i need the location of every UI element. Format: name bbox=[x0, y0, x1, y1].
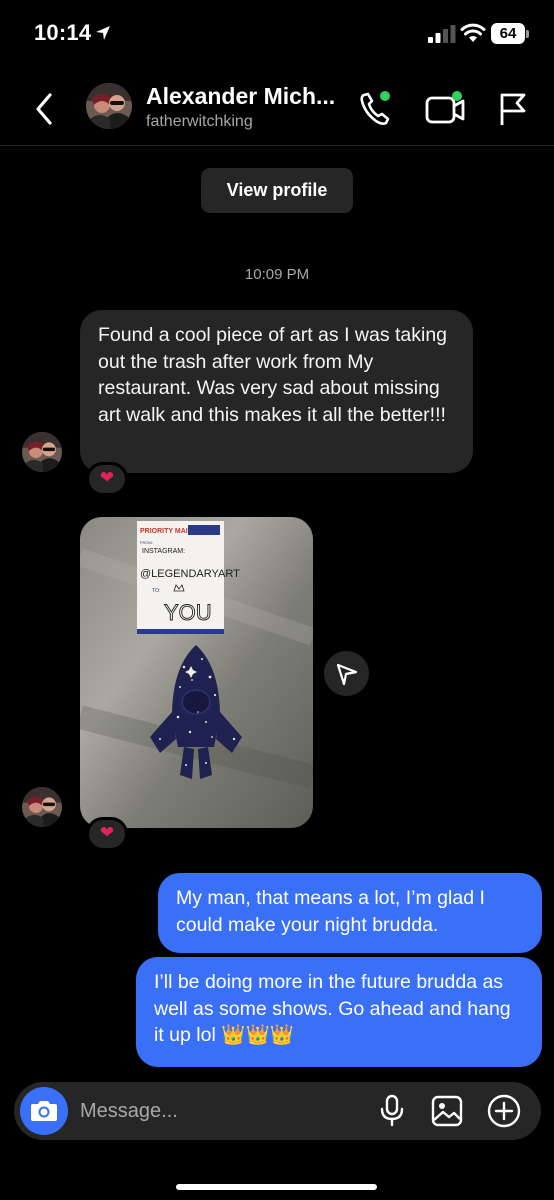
plus-icon[interactable] bbox=[486, 1093, 522, 1129]
message-input[interactable] bbox=[80, 1082, 360, 1140]
signal-icon bbox=[428, 25, 456, 43]
status-bar: 10:14 64 bbox=[0, 0, 554, 70]
call-online-dot bbox=[380, 91, 390, 101]
battery-indicator: 64 bbox=[491, 23, 525, 44]
heart-icon[interactable]: ❤ bbox=[86, 462, 128, 496]
heart-icon[interactable]: ❤ bbox=[86, 817, 128, 851]
send-icon bbox=[336, 663, 358, 686]
chat-header: Alexander Mich... fatherwitchking bbox=[0, 75, 554, 145]
label-header-text: PRIORITY MAIL bbox=[140, 528, 193, 535]
message-timestamp: 10:09 PM bbox=[244, 266, 310, 283]
camera-button[interactable] bbox=[20, 1087, 68, 1135]
message-bubble-outgoing[interactable]: My man, that means a lot, I’m glad I cou… bbox=[158, 873, 542, 953]
message-composer bbox=[14, 1082, 541, 1140]
video-online-dot bbox=[452, 91, 462, 101]
avatar[interactable] bbox=[86, 83, 132, 129]
label-to-text: TO: bbox=[152, 588, 160, 594]
avatar[interactable] bbox=[22, 787, 62, 827]
contact-username[interactable]: fatherwitchking bbox=[146, 113, 253, 131]
gallery-icon[interactable] bbox=[430, 1094, 464, 1128]
label-handle-text: @LEGENDARYART bbox=[140, 568, 240, 580]
status-time: 10:14 bbox=[34, 20, 92, 45]
battery-tip bbox=[526, 30, 529, 38]
avatar[interactable] bbox=[22, 432, 62, 472]
camera-icon bbox=[31, 1101, 57, 1121]
label-instagram-text: INSTAGRAM: bbox=[142, 548, 185, 555]
message-bubble-incoming[interactable]: Found a cool piece of art as I was takin… bbox=[80, 310, 473, 473]
message-bubble-outgoing[interactable]: I’ll be doing more in the future brudda … bbox=[136, 957, 542, 1067]
back-chevron-icon[interactable] bbox=[30, 89, 60, 129]
label-you-text: YOU bbox=[164, 600, 212, 625]
shared-photo[interactable]: PRIORITY MAIL FROM: INSTAGRAM: @LEGENDAR… bbox=[80, 517, 313, 828]
header-divider bbox=[0, 145, 554, 146]
phone-icon[interactable] bbox=[356, 89, 396, 129]
label-from-text: FROM: bbox=[140, 540, 153, 545]
view-profile-button[interactable]: View profile bbox=[201, 168, 353, 213]
flag-icon[interactable] bbox=[496, 89, 530, 129]
share-button[interactable] bbox=[324, 651, 369, 696]
location-arrow-icon bbox=[96, 26, 110, 40]
home-indicator[interactable] bbox=[176, 1184, 377, 1190]
wifi-icon bbox=[460, 23, 486, 42]
contact-name[interactable]: Alexander Mich... bbox=[146, 83, 335, 110]
microphone-icon[interactable] bbox=[378, 1094, 406, 1128]
